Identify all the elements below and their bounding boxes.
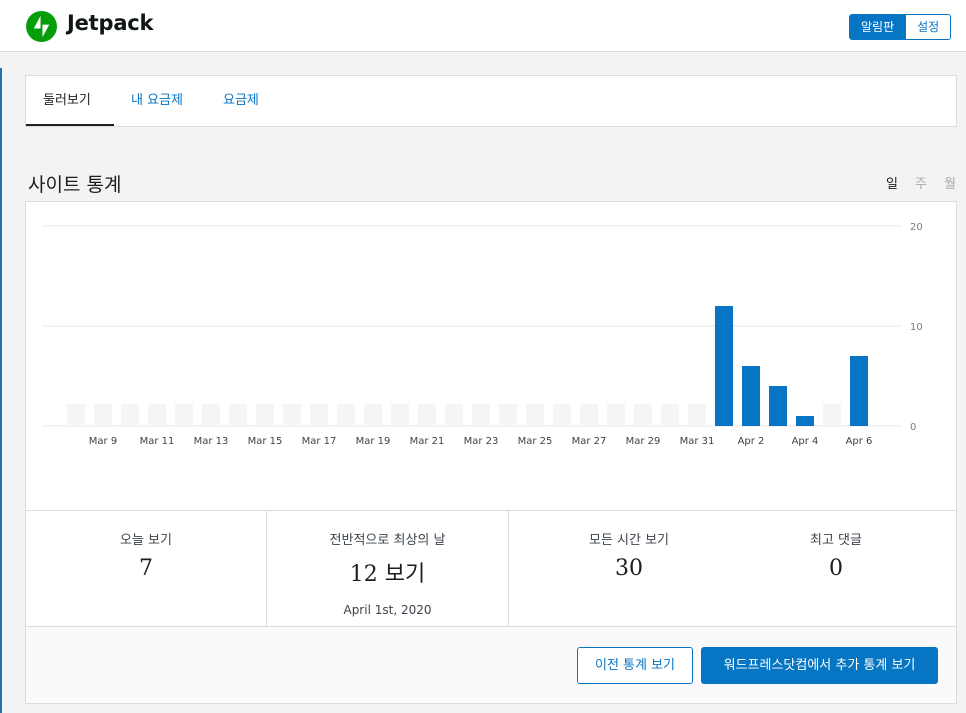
stat-all-time-label: 모든 시간 보기 [588,533,670,548]
chart-bar-empty[interactable] [634,404,652,426]
y-tick-label: 20 [910,222,923,233]
stat-top-comment: 최고 댓글 0 [716,511,956,627]
stat-today: 오늘 보기 7 [26,511,266,627]
x-tick-label: Mar 21 [410,436,445,447]
stat-today-value: 7 [139,556,153,581]
chart-bar-empty[interactable] [526,404,544,426]
views-bar-chart: 0 10 20 Mar 9 Mar 11 Mar 13 Mar 15 Mar 17 Mar 19… [42,222,923,447]
chart-bar-empty[interactable] [67,404,85,426]
view-older-stats-button[interactable]: 이전 통계 보기 [577,647,693,684]
chart-bar-empty[interactable] [148,404,166,426]
stats-footer: 이전 통계 보기 워드프레스닷컴에서 추가 통계 보기 [26,627,956,703]
stats-card: 0 10 20 Mar 9 Mar 11 Mar 13 Mar 15 Mar 17 Mar 19… [25,201,957,704]
stat-best-day-date: April 1st, 2020 [343,603,432,617]
chart-bar-empty[interactable] [445,404,463,426]
chart-bar-empty[interactable] [202,404,220,426]
x-tick-label: Apr 4 [792,436,819,447]
x-tick-label: Mar 13 [194,436,229,447]
x-tick-label: Mar 29 [626,436,661,447]
x-tick-label: Mar 11 [140,436,175,447]
y-tick-label: 0 [910,422,916,433]
period-week-button[interactable]: 주 [915,173,927,192]
chart-bar-empty[interactable] [391,404,409,426]
toggle-settings-button[interactable]: 설정 [905,15,951,39]
chart-bar-empty[interactable] [418,404,436,426]
chart-bar-empty[interactable] [337,404,355,426]
chart-bar-empty[interactable] [607,404,625,426]
x-tick-label: Mar 17 [302,436,337,447]
chart-bar-empty[interactable] [229,404,247,426]
x-tick-label: Mar 15 [248,436,283,447]
top-bar: Jetpack 알림판 설정 [0,0,966,52]
jetpack-logo-icon [26,11,57,42]
chart-bar-empty[interactable] [823,404,841,426]
x-tick-label: Apr 6 [846,436,873,447]
chart-bar-empty[interactable] [661,404,679,426]
x-tick-label: Mar 19 [356,436,391,447]
stat-best-day: 전반적으로 최상의 날 12 보기 April 1st, 2020 [267,511,508,627]
stat-top-comment-value: 0 [829,556,843,581]
chart-bar[interactable] [742,366,760,426]
chart-bar-empty[interactable] [553,404,571,426]
view-more-stats-button[interactable]: 워드프레스닷컴에서 추가 통계 보기 [701,647,938,684]
view-toggle: 알림판 설정 [849,14,952,40]
site-stats-title: 사이트 통계 [28,174,122,196]
x-tick-label: Mar 31 [680,436,715,447]
stat-today-label: 오늘 보기 [120,533,172,548]
stat-best-day-value: 12 보기 [349,562,426,587]
stat-top-comment-label: 최고 댓글 [810,533,862,548]
x-tick-label: Mar 23 [464,436,499,447]
brand-name: Jetpack [67,11,154,35]
chart-bar[interactable] [769,386,787,426]
chart-bar-empty[interactable] [310,404,328,426]
period-month-button[interactable]: 월 [944,173,956,192]
tab-overview[interactable]: 둘러보기 [26,76,114,126]
chart-bar-empty[interactable] [256,404,274,426]
x-tick-label: Mar 25 [518,436,553,447]
chart-bar[interactable] [715,306,733,426]
chart-bar-empty[interactable] [283,404,301,426]
tab-my-plan[interactable]: 내 요금제 [131,76,183,126]
stat-best-day-label: 전반적으로 최상의 날 [329,533,446,548]
chart-bar-empty[interactable] [364,404,382,426]
stat-all-time: 모든 시간 보기 30 [509,511,749,627]
section-nav: 둘러보기 내 요금제 요금제 [25,75,957,127]
chart-bar-empty[interactable] [94,404,112,426]
stats-summary: 오늘 보기 7 전반적으로 최상의 날 12 보기 April 1st, 202… [26,510,956,627]
chart-bar[interactable] [796,416,814,426]
period-day-button[interactable]: 일 [886,173,898,192]
y-tick-label: 10 [910,322,923,333]
chart-bar-empty[interactable] [175,404,193,426]
chart-bar-empty[interactable] [472,404,490,426]
x-tick-label: Mar 27 [572,436,607,447]
chart-bar-empty[interactable] [499,404,517,426]
chart-bar-empty[interactable] [121,404,139,426]
x-tick-label: Mar 9 [89,436,117,447]
x-tick-label: Apr 2 [738,436,765,447]
chart-bar-empty[interactable] [580,404,598,426]
stat-all-time-value: 30 [615,556,643,581]
toggle-dashboard-button[interactable]: 알림판 [850,15,906,39]
admin-edge [0,68,2,713]
tab-plans[interactable]: 요금제 [223,76,259,126]
chart-bar-empty[interactable] [688,404,706,426]
chart-bar[interactable] [850,356,868,426]
